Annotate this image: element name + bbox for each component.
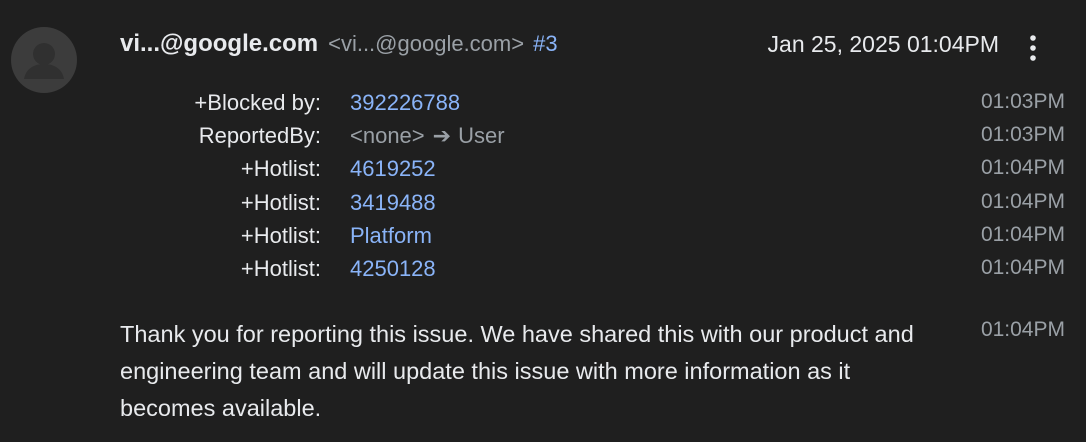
change-label: +Hotlist: — [240, 156, 321, 181]
change-time: 01:04PM — [980, 223, 1065, 246]
hotlist-link[interactable]: 3419488 — [350, 190, 436, 216]
change-row-hotlist: +Hotlist: 4250128 01:04PM — [0, 256, 1086, 286]
author-email: <vi...@google.com> — [328, 31, 525, 56]
comment-body-time: 01:04PM — [980, 318, 1065, 341]
old-value: <none> — [350, 123, 425, 148]
comment-body: Thank you for reporting this issue. We h… — [120, 321, 914, 421]
change-time: 01:04PM — [980, 190, 1065, 213]
change-time: 01:04PM — [980, 156, 1065, 179]
blocked-by-issue-link[interactable]: 392226788 — [350, 90, 460, 116]
more-options-button[interactable] — [1020, 30, 1046, 66]
new-value: User — [458, 123, 505, 148]
more-vert-icon — [1030, 35, 1036, 61]
hotlist-link[interactable]: Platform — [350, 223, 432, 249]
change-time: 01:03PM — [980, 90, 1065, 113]
hotlist-link[interactable]: 4250128 — [350, 256, 436, 282]
change-label: ReportedBy: — [198, 123, 321, 148]
change-time: 01:03PM — [980, 123, 1065, 146]
person-icon — [24, 43, 64, 79]
author-name[interactable]: vi...@google.com — [120, 30, 318, 58]
change-row-blocked-by: +Blocked by: 392226788 01:03PM — [0, 90, 1086, 120]
arrow-right-icon: ➔ — [432, 123, 452, 148]
change-label: +Hotlist: — [240, 223, 321, 248]
comment-number-link[interactable]: #3 — [533, 31, 557, 57]
change-row-hotlist: +Hotlist: 4619252 01:04PM — [0, 156, 1086, 186]
hotlist-link[interactable]: 4619252 — [350, 156, 436, 182]
change-row-hotlist: +Hotlist: 3419488 01:04PM — [0, 190, 1086, 220]
change-label: +Blocked by: — [194, 90, 321, 115]
change-row-hotlist: +Hotlist: Platform 01:04PM — [0, 223, 1086, 253]
avatar[interactable] — [11, 27, 77, 93]
change-value: <none> ➔ User — [350, 123, 505, 149]
comment-header: vi...@google.com <vi...@google.com> #3 — [120, 30, 558, 62]
change-time: 01:04PM — [980, 256, 1065, 279]
change-label: +Hotlist: — [240, 190, 321, 215]
change-row-reported-by: ReportedBy: <none> ➔ User 01:03PM — [0, 123, 1086, 153]
comment-date: Jan 25, 2025 01:04PM — [767, 31, 999, 57]
change-label: +Hotlist: — [240, 256, 321, 281]
